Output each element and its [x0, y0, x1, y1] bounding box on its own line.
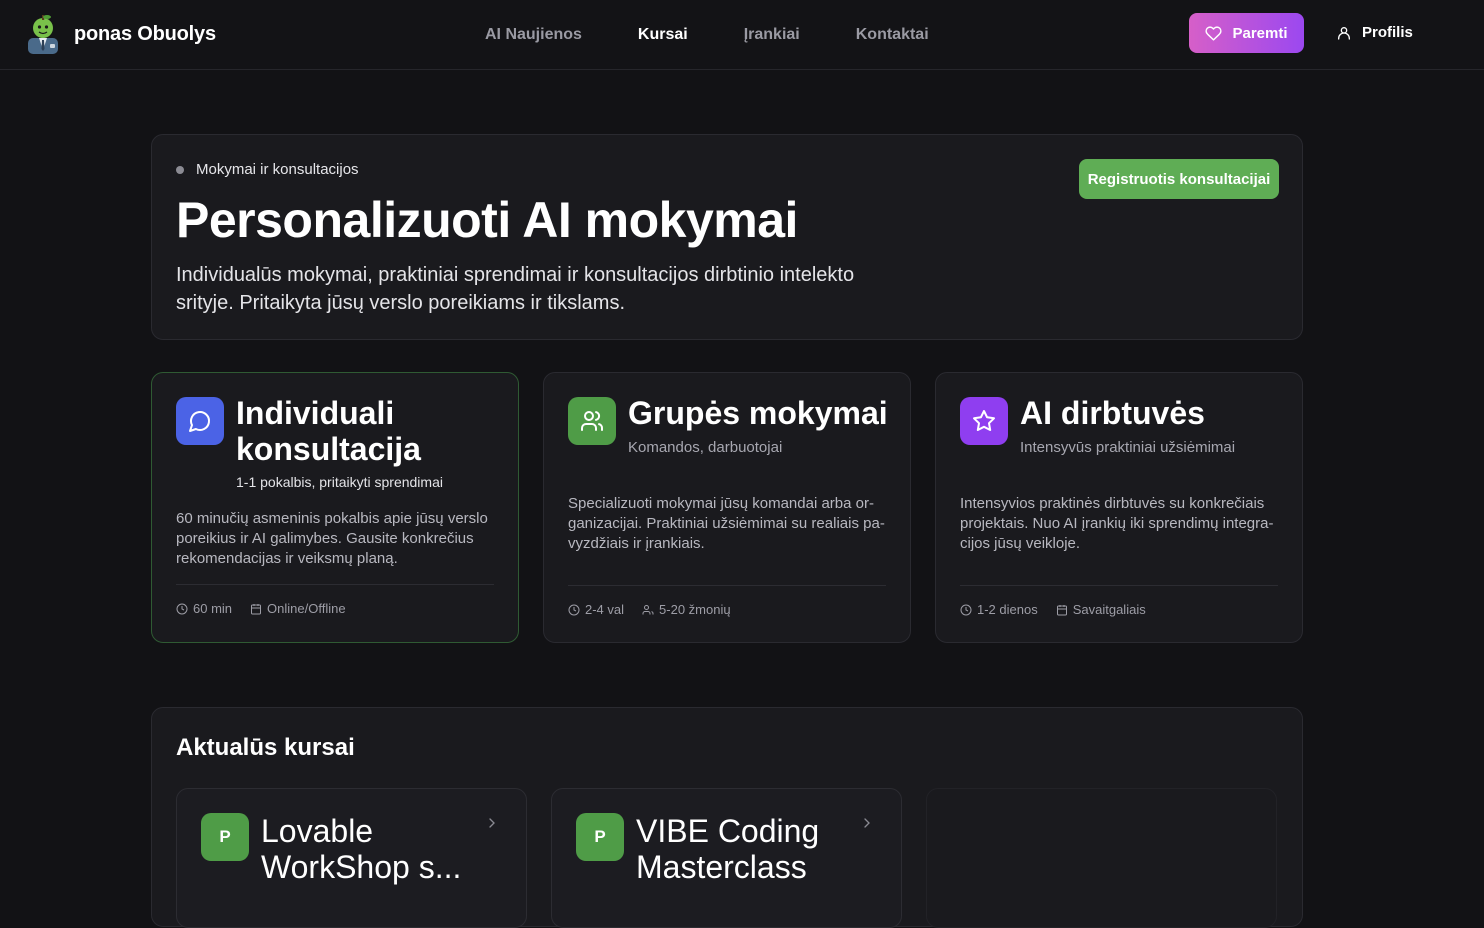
nav-item-kursai[interactable]: Kursai [638, 26, 688, 44]
users-icon [642, 604, 654, 614]
logo-icon [28, 15, 58, 54]
hero-section: Mokymai ir konsultacijos Personalizuoti … [151, 134, 1303, 340]
nav-item-irankiai[interactable]: Įrankiai [744, 26, 800, 44]
star-icon [973, 410, 995, 431]
profile-label: Profilis [1362, 24, 1413, 41]
nav-item-ai-naujienos[interactable]: AI Naujienos [485, 26, 582, 44]
courses-heading: Aktualūs kursai [176, 734, 355, 761]
meta-group-size: 5-20 žmonių [642, 602, 731, 617]
heart-icon [1205, 25, 1223, 41]
service-description: 60 minučių asmeninis pokalbis apie jūsų … [176, 510, 488, 567]
card-divider [960, 585, 1278, 586]
service-card-individual[interactable]: Individuali konsultacija 1-1 pokalbis, p… [151, 372, 519, 643]
service-subtitle: Intensyvūs praktiniai užsiėmimai [1020, 439, 1236, 456]
eyebrow-label: Mokymai ir konsultacijos [196, 161, 359, 178]
course-card-placeholder [926, 788, 1277, 928]
service-description: Specializuoti mokymai jūsų komandai arba… [568, 495, 885, 552]
service-title: Individuali konsultacija [236, 395, 421, 467]
hero-description: Individualūs mokymai, praktiniai sprendi… [176, 264, 855, 314]
profile-link[interactable]: Profilis [1336, 24, 1413, 41]
meta-duration: 1-2 dienos [960, 602, 1038, 617]
service-title: Grupės mokymai [628, 395, 888, 431]
nav-item-kontaktai[interactable]: Kontaktai [856, 26, 929, 44]
course-title: VIBE Coding Masterclass [636, 813, 820, 885]
course-card[interactable]: P VIBE Coding Masterclass [551, 788, 902, 928]
main-nav: AI Naujienos Kursai Įrankiai Kontaktai [485, 0, 985, 70]
user-icon [1338, 26, 1350, 40]
service-title: AI dirbtuvės [1020, 395, 1205, 431]
service-card-workshop[interactable]: AI dirbtuvės Intensyvūs praktiniai užsiė… [935, 372, 1303, 643]
courses-section: Aktualūs kursai P Lovable WorkShop s... … [151, 707, 1303, 928]
course-badge: P [576, 813, 624, 861]
clock-icon [960, 604, 972, 615]
hero-eyebrow: Mokymai ir konsultacijos [176, 161, 359, 178]
service-meta: 2-4 val 5-20 žmonių [568, 602, 731, 617]
eyebrow-dot-icon [176, 165, 184, 174]
meta-schedule: Savaitgaliais [1056, 602, 1146, 617]
chevron-right-icon [864, 818, 870, 828]
clock-icon [176, 603, 188, 614]
service-meta: 1-2 dienos Savaitgaliais [960, 602, 1146, 617]
service-icon-box [960, 397, 1008, 445]
course-title: Lovable WorkShop s... [261, 813, 462, 885]
meta-duration: 60 min [176, 601, 232, 616]
course-card[interactable]: P Lovable WorkShop s... [176, 788, 527, 928]
service-subtitle: Komandos, darbuotojai [628, 439, 783, 456]
card-divider [568, 585, 886, 586]
page-title: Personalizuoti AI mokymai [176, 192, 798, 248]
register-consultation-button[interactable]: Registruotis konsultacijai [1079, 159, 1279, 199]
support-label: Paremti [1232, 24, 1288, 42]
clock-icon [568, 604, 580, 615]
service-icon-box [176, 397, 224, 445]
chat-bubble-icon [189, 411, 210, 432]
meta-format: Online/Offline [250, 601, 346, 616]
chevron-right-icon [489, 818, 495, 828]
calendar-icon [251, 603, 262, 614]
users-icon [581, 411, 604, 431]
card-divider [176, 584, 494, 585]
service-meta: 60 min Online/Offline [176, 601, 346, 616]
brand-link[interactable]: ponas Obuolys [24, 14, 216, 54]
calendar-icon [1056, 604, 1067, 615]
meta-duration: 2-4 val [568, 602, 624, 617]
service-icon-box [568, 397, 616, 445]
course-badge: P [201, 813, 249, 861]
support-button[interactable]: Paremti [1189, 13, 1304, 53]
top-navbar: ponas Obuolys AI Naujienos Kursai Įranki… [0, 0, 1484, 70]
service-card-group[interactable]: Grupės mokymai Komandos, darbuotojai Spe… [543, 372, 911, 643]
brand-name: ponas Obuolys [74, 22, 216, 45]
service-subtitle: 1-1 pokalbis, pritaikyti sprendimai [236, 474, 443, 490]
service-description: Intensyvios praktinės dirbtuvės su konkr… [960, 495, 1274, 552]
